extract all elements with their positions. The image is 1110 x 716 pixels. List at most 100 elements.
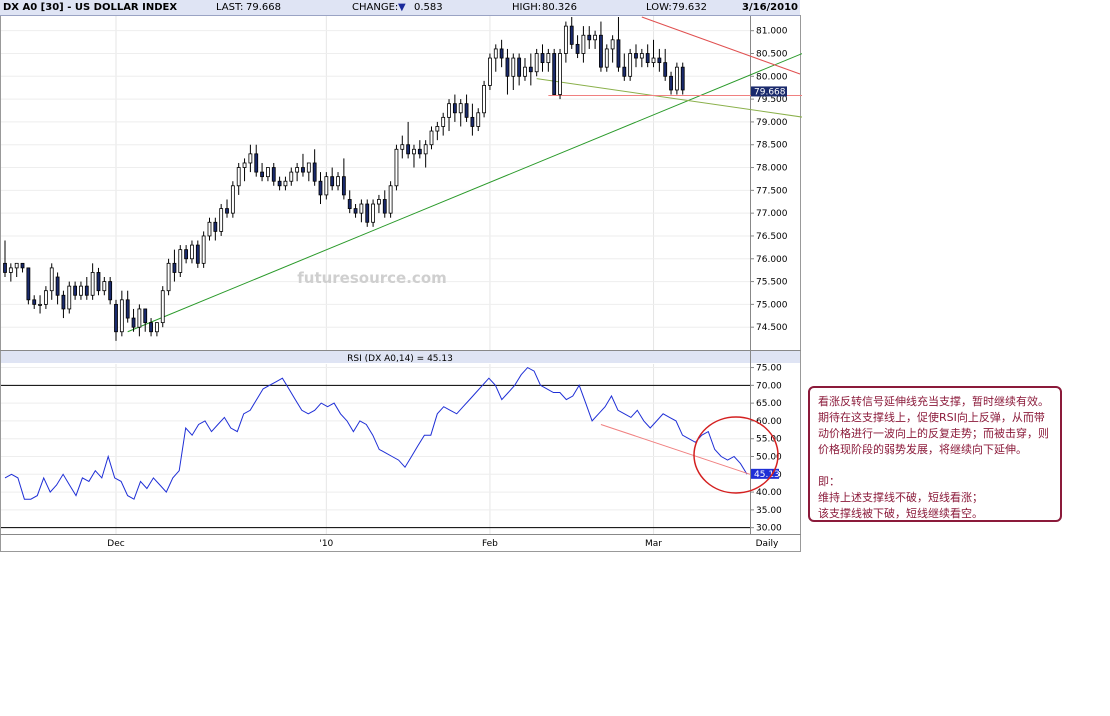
candle [639, 53, 644, 59]
candle [622, 66, 627, 77]
rsi-title: RSI (DX A0,14) = 45.13 [347, 354, 453, 364]
note-paragraph: 看涨反转信号延伸线充当支撑，暂时继续有效。期待在这支撑线上，促使RSI向上反弹，… [818, 395, 1049, 456]
high-label: HIGH: [512, 2, 542, 13]
candle [166, 262, 171, 292]
candle [505, 57, 510, 77]
last-value: 79.668 [246, 2, 281, 13]
candle [306, 162, 311, 173]
last-label: LAST: [216, 2, 244, 13]
candle [669, 75, 673, 91]
rsi-tick-label: 40.00 [756, 488, 782, 498]
candle [517, 57, 522, 77]
candle [464, 103, 469, 118]
price-tick-label: 81.000 [756, 27, 788, 37]
candle [49, 267, 54, 292]
candle [26, 267, 31, 301]
candle [143, 308, 148, 324]
candle [569, 25, 574, 45]
candle [482, 85, 486, 114]
note-line-2: 该支撑线被下破，短线继续看空。 [818, 507, 983, 520]
candle [336, 176, 340, 187]
candle [634, 53, 638, 59]
candle [645, 53, 650, 64]
candle [382, 199, 387, 214]
candle [236, 167, 241, 187]
low-label: LOW: [646, 2, 672, 13]
candle [301, 167, 305, 173]
candle [330, 176, 335, 187]
candle [79, 285, 83, 296]
rsi-tick-label: 75.00 [756, 364, 782, 374]
candle [610, 39, 615, 50]
rsi-tick-label: 55.00 [756, 435, 782, 445]
candle [102, 281, 107, 292]
price-tick-label: 78.000 [756, 164, 788, 174]
price-tick-label: 74.500 [756, 323, 788, 333]
candle [558, 53, 562, 95]
candle [575, 43, 580, 54]
candle [581, 34, 586, 54]
candle [137, 308, 142, 328]
candle [359, 203, 364, 214]
note-heading: 即： [818, 475, 840, 488]
candle [663, 62, 668, 77]
candle [377, 199, 381, 205]
candle [324, 176, 329, 196]
candle [20, 262, 25, 269]
last-price-label: 79.668 [754, 87, 786, 97]
candle [260, 171, 264, 178]
candle [73, 285, 78, 296]
price-tick-label: 79.000 [756, 118, 788, 128]
candle [523, 66, 527, 77]
candle [604, 48, 609, 68]
candle [429, 130, 434, 146]
change-arrow-icon: ▼ [398, 2, 406, 13]
symbol-title: DX A0 [30] - US DOLLAR INDEX [3, 2, 178, 13]
candle [108, 281, 113, 301]
candle [657, 57, 662, 64]
candle [371, 203, 375, 223]
chart-header: DX A0 [30] - US DOLLAR INDEX LAST: 79.66… [0, 0, 800, 16]
candle [347, 199, 352, 209]
rsi-tick-label: 35.00 [756, 506, 782, 516]
candle [283, 180, 288, 187]
candle [534, 53, 539, 73]
price-tick-label: 75.500 [756, 278, 788, 288]
chart-date: 3/16/2010 [742, 2, 799, 13]
candle [423, 144, 428, 155]
candle [248, 153, 253, 164]
candle [207, 221, 212, 237]
candle [552, 53, 557, 95]
futures-chart: Dec '10 Feb Mar Daily 74.500 75.000 75.500 76.00… [0, 0, 802, 552]
candle [563, 25, 568, 54]
candle [38, 303, 42, 306]
watermark: futuresource.com [297, 269, 447, 287]
candle [178, 249, 183, 273]
candle [365, 203, 370, 223]
candle [546, 53, 551, 64]
candle [289, 171, 294, 182]
change-label: CHANGE: [352, 2, 399, 13]
candle [254, 153, 259, 173]
price-tick-label: 77.500 [756, 186, 788, 196]
candle [417, 148, 422, 155]
candle [587, 34, 592, 41]
candle [184, 249, 189, 260]
candle [528, 66, 533, 73]
price-tick-label: 75.000 [756, 300, 788, 310]
price-tick-label: 78.500 [756, 141, 788, 151]
candle [43, 290, 48, 305]
candle [680, 66, 685, 91]
candle [447, 103, 451, 118]
candle [353, 208, 358, 214]
candle [540, 53, 545, 64]
candle [213, 221, 218, 232]
candle [131, 317, 136, 328]
candle [55, 276, 60, 296]
candle [119, 299, 124, 333]
price-tick-label: 76.000 [756, 255, 788, 265]
candle [651, 57, 656, 64]
rsi-tick-label: 60.00 [756, 417, 782, 427]
candle [277, 180, 282, 187]
candle [96, 272, 101, 292]
